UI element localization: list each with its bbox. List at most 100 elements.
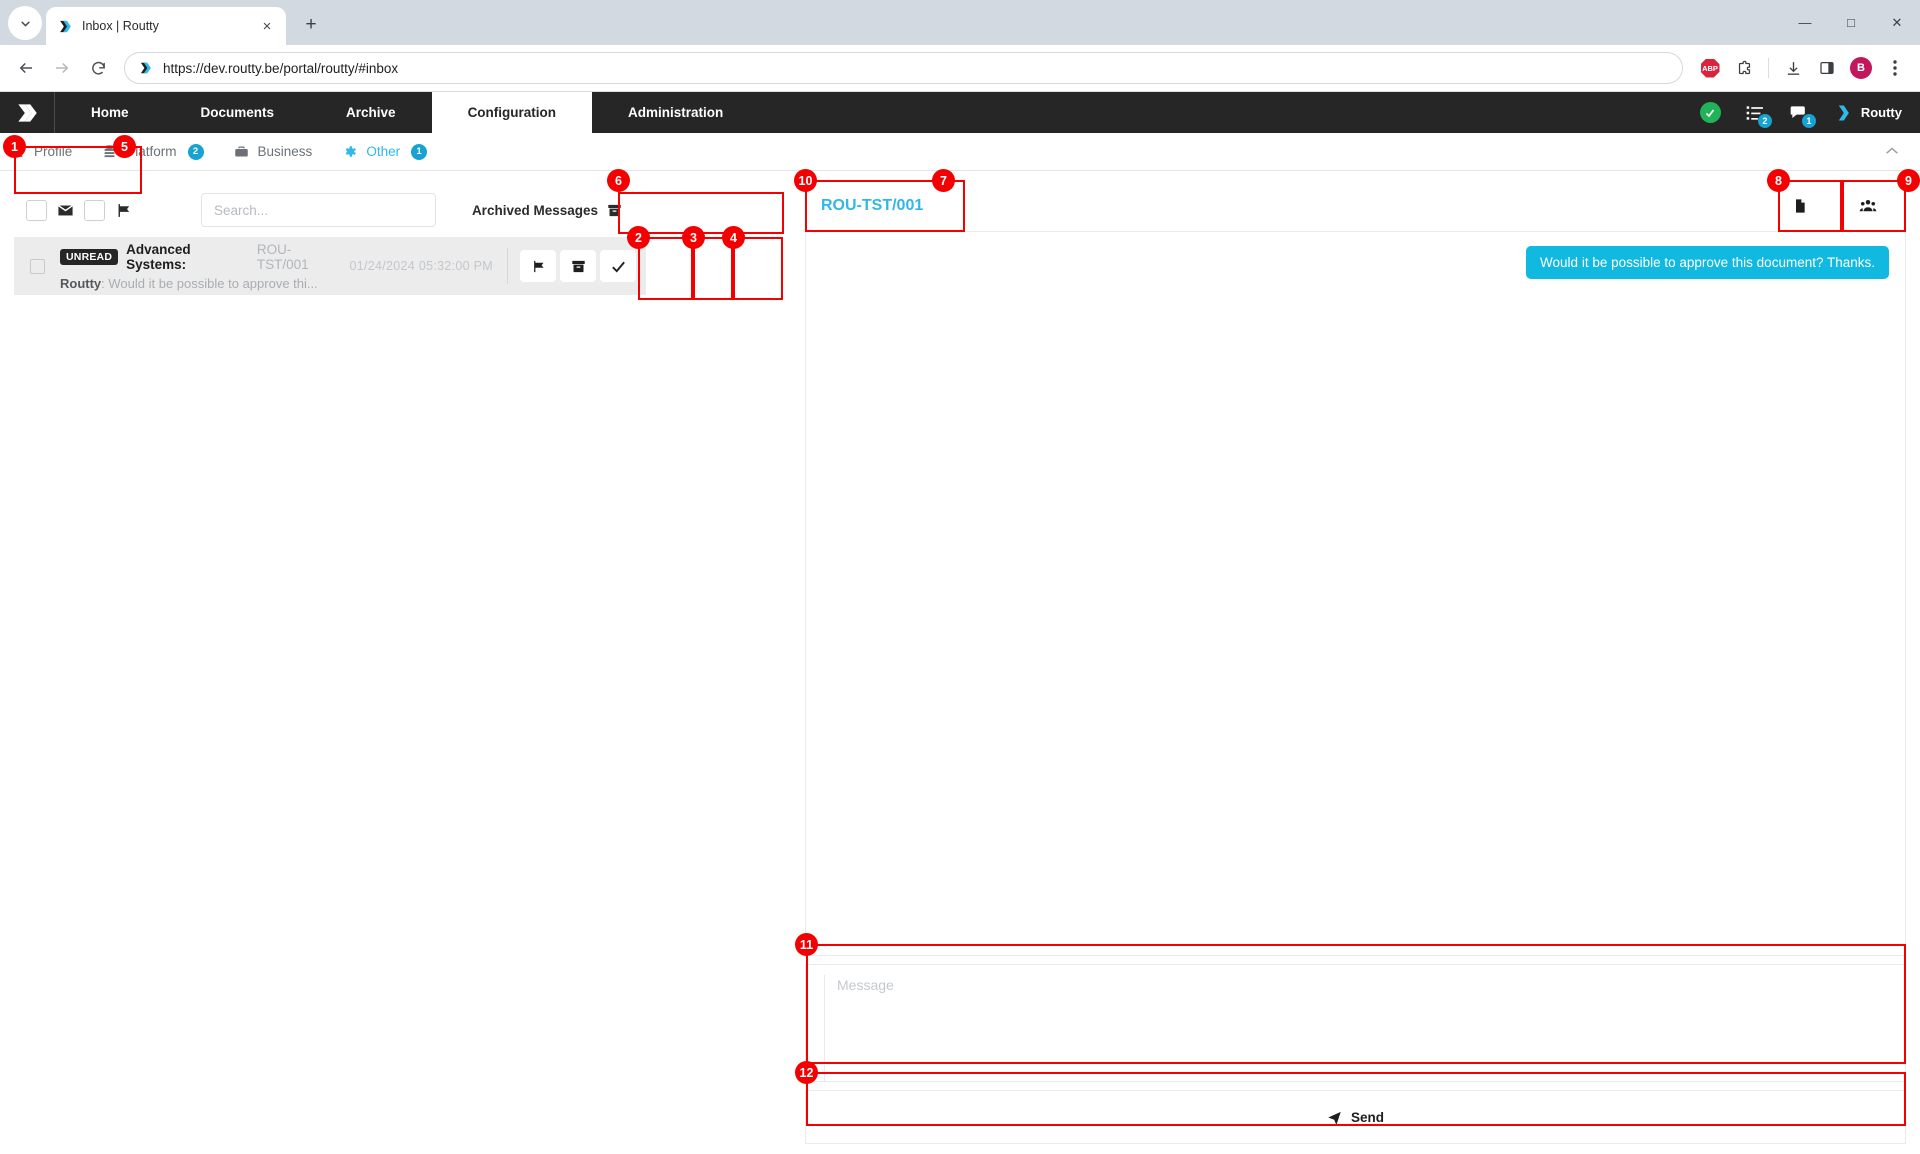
annotation-marker-2: 2: [627, 226, 650, 249]
mark-read-button[interactable]: [600, 250, 636, 282]
annotation-marker-9: 9: [1897, 169, 1920, 192]
message-header-line: UNREAD Advanced Systems: ROU-TST/001: [60, 242, 339, 272]
chrome-menu-icon[interactable]: [1880, 53, 1910, 83]
send-button-label: Send: [1350, 1109, 1384, 1125]
other-badge: 1: [411, 143, 428, 160]
archived-messages-button[interactable]: Archived Messages: [459, 193, 634, 227]
sidebar-item-label: Business: [257, 144, 313, 159]
forward-icon[interactable]: [46, 52, 78, 84]
adblock-icon[interactable]: ABP: [1695, 53, 1725, 83]
message-preview-author: Routty: [60, 275, 102, 291]
side-panel-icon[interactable]: [1812, 53, 1842, 83]
new-tab-button[interactable]: +: [296, 10, 326, 40]
message-summary: UNREAD Advanced Systems: ROU-TST/001 Rou…: [60, 237, 349, 295]
chevron-up-icon[interactable]: [1884, 144, 1920, 159]
envelope-icon[interactable]: [57, 202, 74, 219]
minimize-icon[interactable]: —: [1782, 3, 1828, 43]
sidebar-item-business[interactable]: Business: [234, 144, 313, 159]
extensions-icon[interactable]: [1729, 53, 1759, 83]
archived-messages-label: Archived Messages: [471, 202, 598, 218]
nav-item-documents[interactable]: Documents: [165, 92, 311, 133]
check-icon: [611, 261, 625, 272]
conversation-header: ROU-TST/001: [805, 181, 1906, 231]
archive-box-icon: [571, 260, 585, 272]
back-icon[interactable]: [10, 52, 42, 84]
close-icon[interactable]: ×: [258, 17, 276, 35]
select-flagged-checkbox[interactable]: [84, 199, 105, 221]
browser-toolbar: https://dev.routty.be/portal/routty/#inb…: [0, 45, 1920, 92]
download-icon[interactable]: [1778, 53, 1808, 83]
address-bar[interactable]: https://dev.routty.be/portal/routty/#inb…: [124, 52, 1683, 84]
routty-logo-icon: [137, 60, 153, 76]
search-input[interactable]: Search...: [200, 193, 436, 227]
sidebar-item-other[interactable]: Other 1: [342, 143, 428, 160]
chat-badge: 1: [1801, 113, 1816, 128]
message-bubble-row: Would it be possible to approve this doc…: [822, 246, 1889, 279]
check-circle-icon[interactable]: [1699, 102, 1721, 123]
inbox-toolbar: Search... Archived Messages: [14, 183, 646, 237]
message-actions: [507, 237, 646, 295]
conversation-panel: ROU-TST/001 Would it be possible to appr…: [805, 181, 1906, 1144]
maximize-icon[interactable]: □: [1828, 3, 1874, 43]
top-nav-actions: 2 1 Routty: [1699, 92, 1920, 133]
task-list-button[interactable]: 2: [1745, 103, 1772, 128]
annotation-marker-4: 4: [722, 226, 745, 249]
nav-item-configuration[interactable]: Configuration: [431, 92, 593, 133]
view-document-button[interactable]: [1782, 190, 1818, 222]
message-preview: Routty: Would it be possible to approve …: [60, 276, 339, 291]
browser-tab-strip: Inbox | Routty × + — □ ✕: [0, 0, 1920, 45]
conversation-thread: Would it be possible to approve this doc…: [805, 231, 1906, 956]
tab-search-icon[interactable]: [8, 6, 42, 40]
app-top-navigation: Home Documents Archive Configuration Adm…: [0, 92, 1920, 133]
page-content: Search... Archived Messages UNREAD Advan…: [0, 135, 1920, 1154]
annotation-marker-7: 7: [932, 169, 955, 192]
message-reference: ROU-TST/001: [256, 241, 309, 272]
annotation-marker-1: 1: [3, 135, 26, 158]
chat-message-bubble: Would it be possible to approve this doc…: [1526, 246, 1889, 279]
user-name: Routty: [1860, 105, 1902, 120]
url-text: https://dev.routty.be/portal/routty/#inb…: [163, 60, 399, 76]
chat-button[interactable]: 1: [1789, 103, 1816, 128]
table-row[interactable]: UNREAD Advanced Systems: ROU-TST/001 Rou…: [14, 237, 646, 295]
paper-plane-icon: [1328, 1111, 1341, 1125]
routty-logo-icon: [1838, 105, 1849, 120]
user-menu[interactable]: Routty: [1833, 103, 1902, 123]
sidebar-item-label: Other: [366, 144, 401, 159]
nav-item-administration[interactable]: Administration: [592, 92, 759, 133]
annotation-marker-12: 12: [795, 1061, 818, 1084]
flag-icon: [533, 260, 543, 272]
participants-button[interactable]: [1850, 190, 1886, 222]
send-button[interactable]: Send: [1310, 1100, 1400, 1134]
routty-logo-icon[interactable]: [0, 92, 55, 133]
window-close-icon[interactable]: ✕: [1874, 3, 1920, 43]
page-title: ROU-TST/001: [821, 197, 924, 214]
sub-navigation: Profile Platform 2 Business Other 1: [0, 133, 1920, 171]
window-controls: — □ ✕: [1782, 0, 1920, 45]
row-checkbox-cell: [14, 237, 60, 295]
row-checkbox[interactable]: [29, 258, 45, 274]
annotation-marker-3: 3: [682, 226, 705, 249]
reload-icon[interactable]: [82, 52, 114, 84]
browser-tab-title: Inbox | Routty: [82, 19, 159, 33]
nav-item-archive[interactable]: Archive: [310, 92, 432, 133]
inbox-panel: Search... Archived Messages UNREAD Advan…: [14, 183, 646, 295]
toolbar-divider: [1768, 58, 1769, 78]
send-bar: Send: [805, 1090, 1906, 1144]
document-icon: [1796, 199, 1805, 213]
actions-divider: [507, 248, 508, 284]
nav-item-home[interactable]: Home: [55, 92, 165, 133]
archive-message-button[interactable]: [560, 250, 596, 282]
flag-message-button[interactable]: [520, 250, 556, 282]
platform-badge: 2: [187, 143, 204, 160]
message-date: 01/24/2024 05:32:00 PM: [349, 259, 493, 273]
status-badge: UNREAD: [60, 248, 119, 265]
browser-tab[interactable]: Inbox | Routty ×: [46, 7, 286, 45]
task-badge: 2: [1757, 113, 1772, 128]
message-compose-area[interactable]: Message: [805, 964, 1906, 1082]
routty-logo-icon: [56, 18, 73, 35]
flag-icon[interactable]: [115, 202, 132, 219]
conversation-header-actions: [1782, 190, 1900, 222]
select-unread-checkbox[interactable]: [26, 199, 47, 221]
message-textarea[interactable]: Message: [825, 975, 1905, 993]
profile-avatar[interactable]: B: [1846, 53, 1876, 83]
